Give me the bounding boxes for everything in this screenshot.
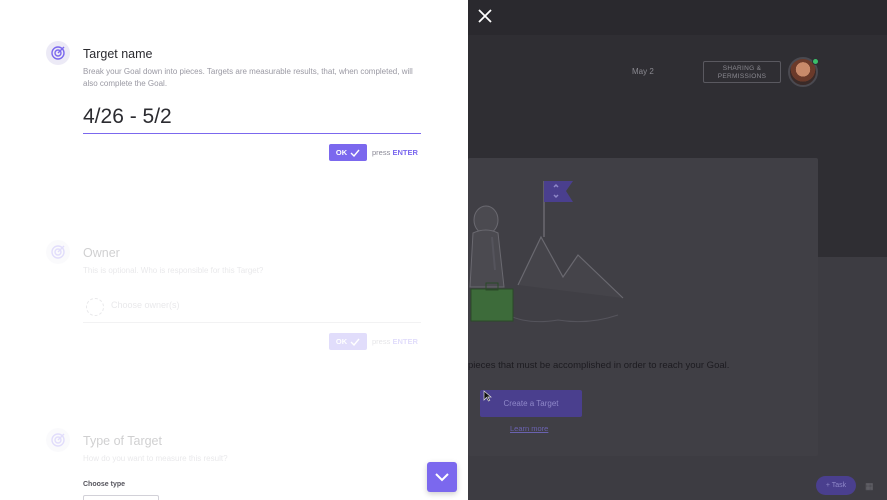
sharing-permissions-button[interactable]: SHARING & PERMISSIONS: [703, 61, 781, 83]
checkmark-icon: [350, 149, 360, 157]
enter-key-text: ENTER: [392, 337, 418, 346]
create-target-button[interactable]: Create a Target: [480, 390, 582, 417]
learn-more-link[interactable]: Learn more: [510, 424, 548, 433]
owner-placeholder: Choose owner(s): [111, 300, 180, 310]
press-enter-hint: press ENTER: [372, 148, 418, 157]
type-selector[interactable]: [83, 495, 159, 500]
apps-grid-icon[interactable]: ▦: [865, 481, 875, 491]
online-status-dot: [812, 58, 819, 65]
target-icon: [46, 428, 70, 452]
add-user-icon: [86, 298, 104, 316]
target-icon: [46, 41, 70, 65]
press-text: press: [372, 148, 391, 157]
scroll-down-button[interactable]: [427, 462, 457, 492]
close-icon[interactable]: [476, 7, 494, 25]
owner-ok-button[interactable]: OK: [329, 333, 367, 350]
chevron-down-icon: [435, 472, 449, 481]
owner-description: This is optional. Who is responsible for…: [83, 266, 264, 275]
empty-state-illustration: [469, 181, 624, 323]
create-target-panel: Target name Break your Goal down into pi…: [0, 0, 468, 500]
owner-picker[interactable]: Choose owner(s): [83, 293, 421, 323]
target-name-title: Target name: [83, 47, 153, 61]
press-text: press: [372, 337, 391, 346]
choose-type-label: Choose type: [83, 481, 126, 488]
checkmark-icon: [350, 338, 360, 346]
type-of-target-title: Type of Target: [83, 434, 162, 448]
empty-state-description: pieces that must be accomplished in orde…: [468, 360, 730, 371]
add-task-button[interactable]: + Task: [816, 476, 856, 495]
enter-key-text: ENTER: [392, 148, 418, 157]
sharing-label-line2: PERMISSIONS: [717, 72, 767, 80]
target-icon: [46, 240, 70, 264]
sharing-label-line1: SHARING &: [722, 65, 762, 72]
press-enter-hint: press ENTER: [372, 337, 418, 346]
target-name-input[interactable]: [83, 101, 421, 134]
type-of-target-description: How do you want to measure this result?: [83, 454, 228, 463]
target-name-description: Break your Goal down into pieces. Target…: [83, 67, 413, 88]
background-topbar: [468, 0, 887, 35]
ok-label: OK: [335, 148, 348, 157]
mouse-cursor-icon: [483, 390, 492, 402]
ok-label: OK: [335, 337, 348, 346]
owner-title: Owner: [83, 246, 120, 260]
background-date: May 2: [632, 67, 654, 76]
target-name-ok-button[interactable]: OK: [329, 144, 367, 161]
